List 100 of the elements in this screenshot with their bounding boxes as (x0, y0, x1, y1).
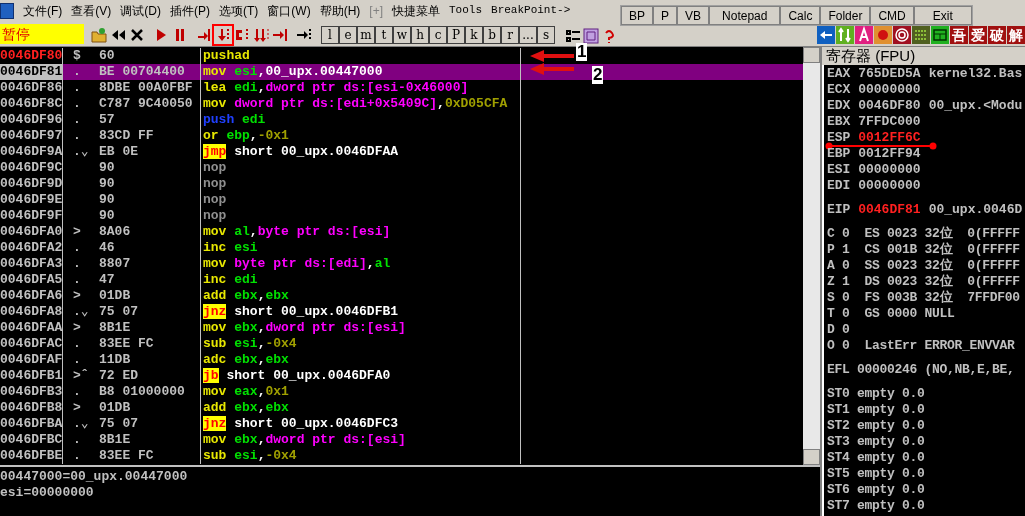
arrow-icon (530, 62, 574, 76)
scrollbar[interactable] (803, 47, 820, 465)
address-cell: 0046DFAC (0, 336, 62, 352)
quick-button[interactable]: P (653, 6, 678, 25)
toolbar-letter-button[interactable]: b (483, 26, 501, 44)
app-icon (0, 2, 14, 19)
toolbar-letter-button[interactable]: l (321, 26, 339, 44)
list-icon[interactable] (565, 28, 581, 44)
jump-marker: $ (73, 48, 81, 64)
jump-marker: . (73, 240, 81, 256)
register-line: Z 1 DS 0023 32位 0(FFFFF (827, 274, 1021, 290)
menu-item[interactable]: 文件(F) (23, 1, 63, 20)
instruction-cell: mov al,byte ptr ds:[esi] (203, 224, 391, 240)
hex-cell: B8 01000000 (99, 384, 185, 400)
register-line: ST3 empty 0.0 (827, 434, 926, 450)
toolbar-letter-button[interactable]: t (375, 26, 393, 44)
toolbar-letter-button[interactable]: e (339, 26, 357, 44)
register-line: P 1 CS 001B 32位 0(FFFFF (827, 242, 1021, 258)
scroll-up-button[interactable] (803, 47, 820, 63)
menu-item[interactable]: 快捷菜单 (392, 1, 440, 20)
quick-button[interactable]: Notepad (709, 6, 781, 25)
menu-item[interactable]: 插件(P) (170, 1, 210, 20)
info-line: esi=00000000 (0, 485, 95, 501)
register-value[interactable]: 0046DF81 (858, 202, 921, 218)
annotation-number: 1 (576, 43, 588, 61)
register-comment: 00_upx.0046D (928, 202, 1023, 218)
step-icon (196, 27, 212, 43)
register-value[interactable]: 0012FF6C (858, 130, 921, 146)
brand-tile[interactable]: 破 (988, 26, 1006, 44)
toolbar-letter-button[interactable]: r (501, 26, 519, 44)
toolbar-letter-button[interactable]: h (411, 26, 429, 44)
toolbar-letter-button[interactable]: ... (519, 26, 537, 44)
menu-item[interactable]: 选项(T) (219, 1, 259, 20)
jump-marker: . (73, 448, 81, 464)
toolbar-letter-button[interactable]: m (357, 26, 375, 44)
jump-marker: . (73, 64, 81, 80)
hex-cell: 57 (99, 112, 115, 128)
instruction-cell: inc esi (203, 240, 258, 256)
toolbar-letter-button[interactable]: w (393, 26, 411, 44)
instruction-cell: mov eax,0x1 (203, 384, 289, 400)
quick-button[interactable]: CMD (870, 6, 914, 25)
menu-item[interactable]: 查看(V) (71, 1, 112, 20)
address-cell: 0046DFBC (0, 432, 62, 448)
register-line: A 0 SS 0023 32位 0(FFFFF (827, 258, 1021, 274)
register-name: EIP (827, 202, 852, 218)
register-value[interactable]: 0012FF94 (858, 146, 921, 162)
instruction-cell: mov dword ptr ds:[edi+0x5409C],0xD05CFA (203, 96, 508, 112)
brand-tile[interactable]: 解 (1007, 26, 1025, 44)
menu-item[interactable]: 帮助(H) (319, 1, 361, 20)
instruction-cell: nop (203, 176, 227, 192)
jump-marker: . (73, 384, 81, 400)
jump-marker: > (73, 320, 81, 336)
hex-cell: 75 07 (99, 304, 138, 320)
toolbar-letter-button[interactable]: P (447, 26, 465, 44)
toolbar-letter-button[interactable]: s (537, 26, 555, 44)
hex-cell: 83EE FC (99, 448, 154, 464)
instruction-cell: mov ebx,dword ptr ds:[esi] (203, 320, 406, 336)
brand-tile[interactable]: 爱 (969, 26, 987, 44)
arrow-left-icon[interactable] (817, 26, 835, 44)
quick-button[interactable]: Folder (820, 6, 871, 25)
quick-button[interactable]: VB (677, 6, 710, 25)
register-value[interactable]: 7FFDC000 (858, 114, 921, 130)
register-value[interactable]: 00000000 (858, 82, 921, 98)
swap-icon[interactable] (836, 26, 854, 44)
menu-item[interactable]: 调试(D) (120, 1, 161, 20)
jump-marker: . (73, 96, 81, 112)
register-value[interactable]: 765DED5A (858, 66, 921, 82)
address-cell: 0046DFAF (0, 352, 62, 368)
scroll-down-button[interactable] (803, 449, 820, 465)
quick-button[interactable]: Exit (913, 6, 972, 25)
letter-tile-icon[interactable] (855, 26, 873, 44)
jump-marker: . (73, 336, 81, 352)
register-value[interactable]: 00000000 (858, 162, 921, 178)
jump-marker: . (73, 272, 81, 288)
address-cell: 0046DF80 (0, 48, 62, 64)
target-icon[interactable] (893, 26, 911, 44)
brand-tile[interactable]: 吾 (950, 26, 968, 44)
menu-item[interactable]: 窗口(W) (267, 1, 311, 20)
register-comment: kernel32.Bas (928, 66, 1023, 82)
address-cell: 0046DFA3 (0, 256, 62, 272)
jump-marker: . (73, 128, 81, 144)
toolbar-letter-button[interactable]: k (465, 26, 483, 44)
register-value[interactable]: 0046DF80 (858, 98, 921, 114)
jump-marker: >ˆ (73, 368, 89, 384)
status-label: 暂停 (0, 24, 84, 44)
toolbar-letter-button[interactable]: c (429, 26, 447, 44)
instruction-cell: mov byte ptr ds:[edi],al (203, 256, 391, 272)
step-down-icon (215, 27, 231, 43)
register-name: EBP (827, 146, 852, 162)
register-value[interactable]: 00000000 (858, 178, 921, 194)
jump-marker: . (73, 432, 81, 448)
window-icon[interactable] (931, 26, 949, 44)
quick-button[interactable]: Calc (780, 6, 821, 25)
quick-button[interactable]: BP (621, 6, 653, 25)
menu-item[interactable]: Tools (449, 2, 483, 19)
menu-item[interactable]: BreakPoint-> (491, 2, 571, 19)
hex-cell: 83CD FF (99, 128, 154, 144)
register-line: ST4 empty 0.0 (827, 450, 926, 466)
instruction-cell: add ebx,ebx (203, 288, 289, 304)
hex-cell: 75 07 (99, 416, 138, 432)
